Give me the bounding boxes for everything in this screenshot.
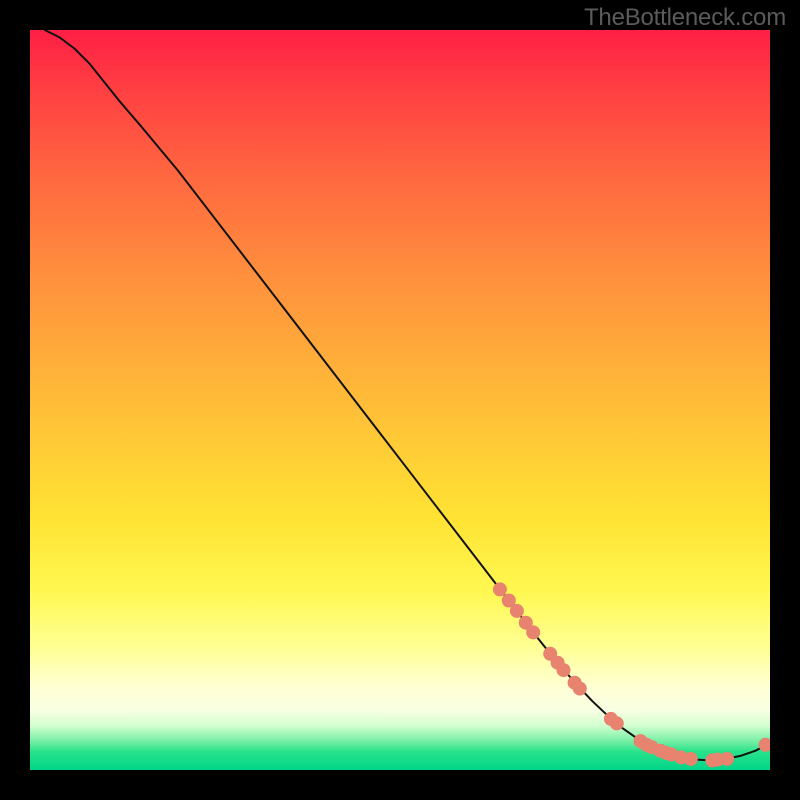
marker-group: [493, 582, 770, 767]
data-marker: [510, 604, 524, 618]
data-marker: [557, 663, 571, 677]
data-marker: [720, 752, 734, 766]
chart-svg: [30, 30, 770, 770]
chart-frame: TheBottleneck.com: [0, 0, 800, 800]
data-marker: [610, 716, 624, 730]
data-marker: [684, 752, 698, 766]
data-marker: [526, 625, 540, 639]
plot-area: [30, 30, 770, 770]
data-marker: [759, 738, 770, 752]
data-marker: [573, 682, 587, 696]
curve-path: [45, 30, 770, 760]
data-marker: [493, 582, 507, 596]
watermark-text: TheBottleneck.com: [584, 4, 786, 32]
